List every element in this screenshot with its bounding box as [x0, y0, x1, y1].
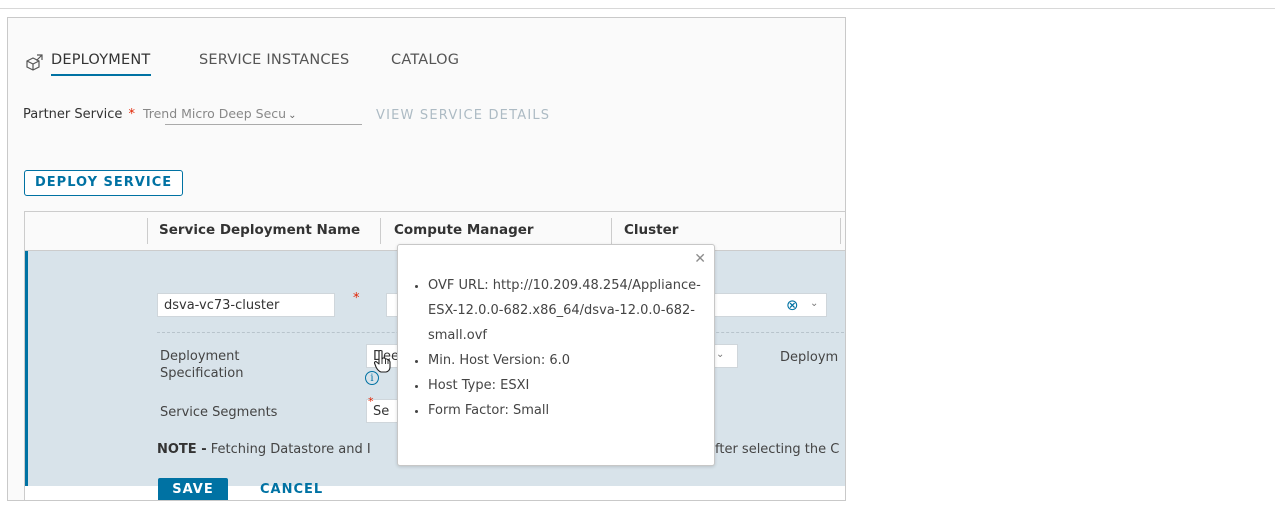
tab-deployment[interactable]: DEPLOYMENT: [51, 52, 151, 76]
partner-service-select[interactable]: Trend Micro Deep Secu: [143, 106, 286, 121]
chevron-down-icon[interactable]: ⌄: [810, 298, 818, 309]
clear-circle-icon[interactable]: ⊗: [786, 296, 799, 314]
chevron-down-icon[interactable]: ⌄: [288, 110, 296, 121]
column-header-cluster[interactable]: Cluster: [624, 222, 678, 238]
note-text: NOTE - Fetching Datastore and I: [157, 442, 371, 457]
column-separator: [840, 218, 841, 244]
required-marker: *: [368, 395, 374, 408]
tab-service-instances[interactable]: SERVICE INSTANCES: [199, 52, 349, 74]
service-segments-label: Service Segments: [160, 405, 278, 420]
list-item: Host Type: ESXI: [428, 373, 718, 398]
column-header-deployment-name[interactable]: Service Deployment Name: [159, 222, 360, 238]
spec-details-list: OVF URL: http://10.209.48.254/Appliance-…: [408, 273, 718, 423]
tab-bar: DEPLOYMENT SERVICE INSTANCES CATALOG: [8, 18, 845, 76]
info-circle-icon[interactable]: i: [365, 371, 379, 385]
top-divider: [0, 8, 1275, 9]
note-body: Fetching Datastore and I: [206, 442, 371, 457]
column-separator: [147, 218, 148, 244]
note-text-tail: fter selecting the C: [715, 442, 840, 457]
partner-service-label: Partner Service: [23, 107, 123, 122]
tab-catalog[interactable]: CATALOG: [391, 52, 459, 74]
list-item: OVF URL: http://10.209.48.254/Appliance-…: [428, 273, 718, 348]
column-separator: [611, 218, 612, 244]
services-cube-icon: [26, 54, 43, 71]
list-item: Min. Host Version: 6.0: [428, 348, 718, 373]
deploy-service-button[interactable]: DEPLOY SERVICE: [24, 170, 184, 196]
list-item: Form Factor: Small: [428, 398, 718, 423]
spec-details-popover: ✕ OVF URL: http://10.209.48.254/Applianc…: [397, 244, 715, 466]
save-button[interactable]: SAVE: [158, 478, 228, 500]
required-marker: *: [353, 291, 360, 306]
view-service-details-link[interactable]: VIEW SERVICE DETAILS: [376, 108, 550, 123]
hand-cursor-icon: [373, 349, 391, 373]
column-header-compute-manager[interactable]: Compute Manager: [394, 222, 534, 238]
partner-service-row: Partner Service * Trend Micro Deep Secu ⌄: [23, 106, 296, 122]
deployment-specification-label: Deployment Specification: [160, 349, 244, 381]
note-prefix: NOTE -: [157, 442, 207, 457]
deployment-name-input[interactable]: dsva-vc73-cluster: [157, 293, 335, 317]
column-separator: [380, 218, 381, 244]
partner-service-select-underline: [165, 124, 362, 125]
close-icon[interactable]: ✕: [694, 251, 706, 267]
deployment-template-label: Deploym: [780, 350, 839, 365]
required-marker: *: [128, 107, 135, 122]
cancel-button[interactable]: CANCEL: [260, 478, 323, 500]
